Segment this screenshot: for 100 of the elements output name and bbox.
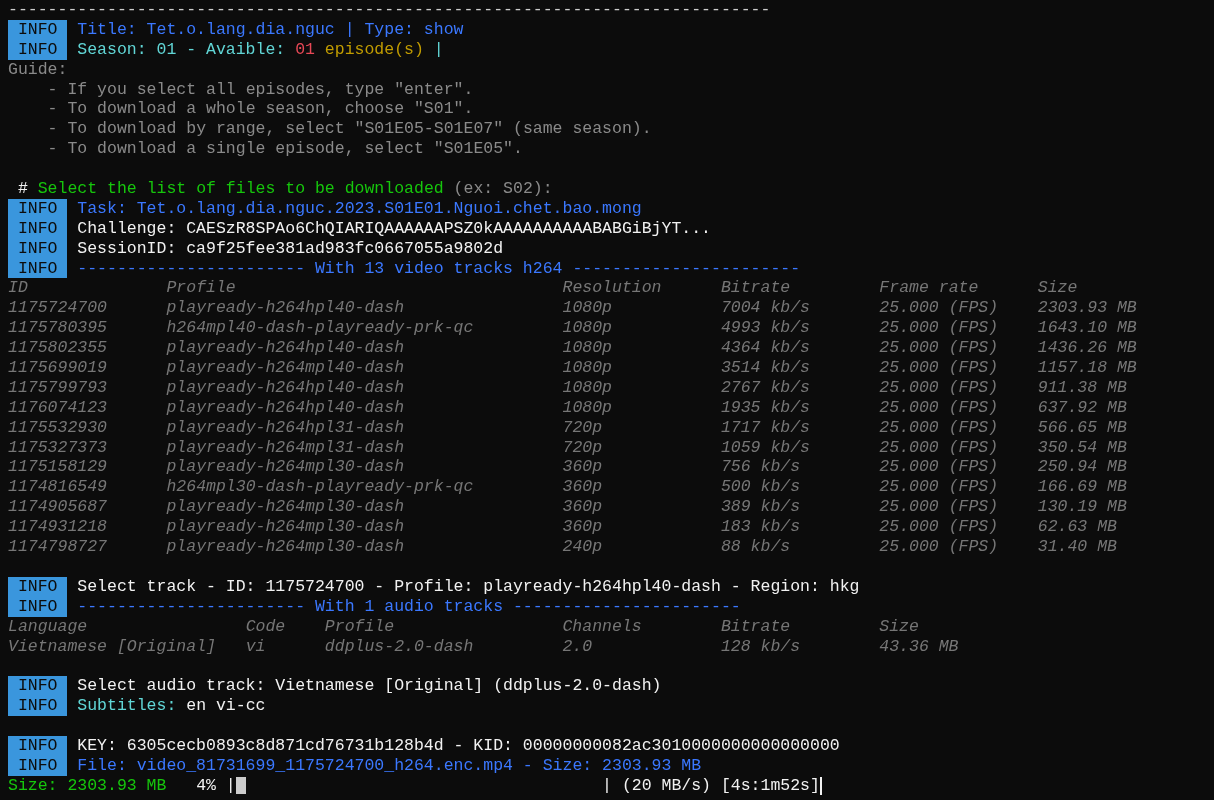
table-cell: 25.000 (FPS) (879, 537, 999, 557)
table-cell: 720p (562, 437, 603, 457)
info-badge: INFO (8, 735, 68, 756)
table-cell: 1174798727 (8, 537, 108, 557)
table-cell: 1175802355 (8, 338, 108, 358)
info-badge: INFO (8, 596, 68, 617)
info-badge: INFO (8, 39, 68, 60)
table-cell: 4364 kb/s (720, 338, 811, 358)
table-cell: 1175724700 (8, 298, 108, 318)
table-cell: 25.000 (FPS) (879, 397, 999, 417)
column-header: Profile (166, 278, 236, 298)
table-cell: playready-h264mpl30-dash (166, 537, 405, 557)
table-cell: 250.94 MB (1037, 457, 1127, 477)
table-cell: 1080p (562, 377, 612, 397)
table-cell: 7004 kb/s (720, 298, 811, 318)
table-cell: 1080p (562, 318, 612, 338)
table-cell: Vietnamese [Original] (8, 636, 216, 656)
table-cell: 3514 kb/s (720, 358, 811, 378)
table-cell: 43.36 MB (879, 636, 959, 656)
info-badge: INFO (8, 218, 68, 239)
table-cell: 166.69 MB (1037, 477, 1127, 497)
table-cell: 1059 kb/s (720, 437, 811, 457)
table-cell: 25.000 (FPS) (879, 377, 999, 397)
console-text: 01 (295, 39, 315, 59)
table-cell: 1080p (562, 397, 612, 417)
info-badge: INFO (8, 198, 68, 219)
table-cell: 756 kb/s (720, 457, 801, 477)
table-cell: playready-h264mpl31-dash (166, 437, 405, 457)
table-cell: 1717 kb/s (720, 417, 811, 437)
table-cell: 360p (562, 517, 603, 537)
table-cell: playready-h264hpl40-dash (166, 338, 405, 358)
table-cell: playready-h264mpl30-dash (166, 457, 405, 477)
table-cell: 4993 kb/s (720, 318, 811, 338)
text-cursor (819, 776, 822, 795)
bar-edge: | (602, 775, 612, 796)
table-cell: 1175780395 (8, 318, 108, 338)
table-cell: 1643.10 MB (1037, 318, 1137, 338)
console-text: KEY: 6305cecb0893c8d871cd76731b128b4d - KID: 00000000082ac3010000000000000000 (77, 735, 840, 755)
table-cell: 25.000 (FPS) (879, 517, 999, 537)
table-cell: 183 kb/s (720, 517, 801, 537)
column-header: Profile (324, 616, 395, 636)
progress-block (235, 776, 246, 794)
table-cell: h264mpl40-dash-playready-prk-qc (166, 318, 474, 338)
table-cell: 500 kb/s (720, 477, 801, 497)
size-text: Size: 2303.93 MB (8, 775, 168, 796)
table-cell: playready-h264hpl31-dash (166, 417, 405, 437)
table-cell: 1175327373 (8, 437, 108, 457)
console-text: | (432, 39, 444, 59)
column-header: Bitrate (720, 616, 791, 636)
table-cell: 1174816549 (8, 477, 108, 497)
console-text: Task: Tet.o.lang.dia.nguc.2023.S01E01.Nguoi.chet.bao.mong (77, 198, 642, 218)
table-cell: 637.92 MB (1037, 397, 1127, 417)
console-text: Challenge: CAESzR8SPAo6ChQIARIQAAAAAAPSZ0kAAAAAAAAAABABGiBjYT... (77, 218, 711, 238)
console-text: episode(s) (323, 39, 424, 59)
console-text: Title: Tet.o.lang.dia.nguc | Type: show (77, 19, 464, 39)
table-cell: 1175532930 (8, 417, 108, 437)
console-text: File: video_81731699_1175724700_h264.enc.mp4 - Size: 2303.93 MB (77, 755, 702, 775)
console-text: Season: 01 - Avaible: (77, 39, 287, 59)
divider-line: ----------------------------------------------------------------------------- (8, 0, 771, 19)
table-cell: 2303.93 MB (1037, 298, 1137, 318)
table-cell: playready-h264mpl30-dash (166, 517, 405, 537)
column-header: Resolution (562, 278, 662, 298)
table-cell: 2767 kb/s (720, 377, 811, 397)
console-text: # (16, 179, 28, 198)
table-cell: 130.19 MB (1037, 497, 1127, 517)
table-cell: ddplus-2.0-dash (324, 636, 474, 656)
column-header: Channels (562, 616, 642, 636)
column-header: ID (8, 278, 28, 298)
table-cell: 1175158129 (8, 457, 108, 477)
table-cell: 25.000 (FPS) (879, 457, 999, 477)
table-cell: 350.54 MB (1037, 437, 1127, 457)
table-cell: 1080p (562, 358, 612, 378)
console-text: SessionID: ca9f25fee381ad983fc0667055a9802d (77, 238, 504, 258)
bar-edge: | (225, 775, 236, 796)
table-cell: 25.000 (FPS) (879, 298, 999, 318)
info-badge: INFO (8, 19, 68, 40)
table-cell: 2.0 (562, 636, 593, 656)
console-text: - To download a whole season, choose "S01". (46, 99, 474, 119)
table-cell: 25.000 (FPS) (879, 477, 999, 497)
column-header: Language (8, 616, 88, 636)
table-cell: playready-h264mpl40-dash (166, 358, 405, 378)
table-cell: 1175699019 (8, 358, 108, 378)
table-cell: 1080p (562, 298, 612, 318)
info-badge: INFO (8, 755, 68, 776)
console-text: Guide: (8, 59, 68, 79)
table-cell: 360p (562, 497, 603, 517)
table-cell: 25.000 (FPS) (879, 338, 999, 358)
table-cell: 31.40 MB (1037, 537, 1117, 557)
table-cell: 240p (562, 537, 603, 557)
table-cell: 25.000 (FPS) (879, 318, 999, 338)
column-header: Frame rate (879, 278, 979, 298)
table-cell: 1436.26 MB (1037, 338, 1137, 358)
table-cell: 25.000 (FPS) (879, 358, 999, 378)
table-cell: h264mpl30-dash-playready-prk-qc (166, 477, 474, 497)
table-cell: 720p (562, 417, 603, 437)
table-cell: 1157.18 MB (1037, 358, 1137, 378)
table-cell: playready-h264mpl30-dash (166, 497, 405, 517)
info-badge: INFO (8, 576, 68, 597)
console-text: Subtitles: (77, 696, 177, 716)
table-cell: 1080p (562, 338, 612, 358)
